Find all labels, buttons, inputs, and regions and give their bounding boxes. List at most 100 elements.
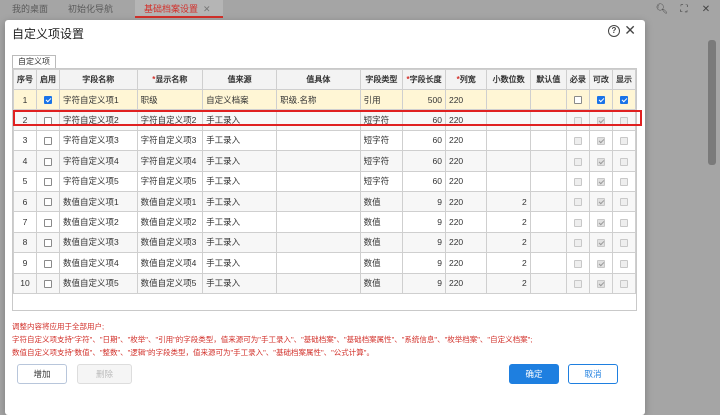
table-row[interactable]: 10 数值自定义项5 数值自定义项5 手工录入 数值 9 220 2 bbox=[13, 272, 637, 294]
cell-seq[interactable]: 4 bbox=[13, 150, 37, 172]
visible-checkbox[interactable] bbox=[619, 178, 628, 186]
cell-decimals[interactable] bbox=[486, 88, 531, 111]
cell-display-name[interactable]: 数值自定义项2 bbox=[136, 211, 204, 233]
cell-field-name[interactable]: 数值自定义项5 bbox=[59, 272, 138, 294]
required-checkbox[interactable] bbox=[573, 259, 582, 268]
editable-checkbox[interactable] bbox=[596, 116, 605, 125]
cell-display-name[interactable]: 数值自定义项5 bbox=[136, 272, 204, 294]
cell-decimals[interactable]: 2 bbox=[486, 211, 531, 233]
cell-value-specific[interactable] bbox=[276, 252, 361, 274]
cell-display-name[interactable]: 数值自定义项4 bbox=[136, 252, 204, 274]
editable-checkbox[interactable] bbox=[596, 218, 605, 227]
visible-checkbox[interactable] bbox=[619, 157, 628, 166]
cancel-button[interactable]: 取消 bbox=[568, 364, 618, 384]
cell-col-width[interactable]: 220 bbox=[444, 231, 488, 254]
required-checkbox[interactable] bbox=[573, 137, 582, 146]
cell-field-type[interactable]: 短字符 bbox=[359, 170, 404, 192]
required-checkbox[interactable] bbox=[573, 198, 582, 207]
required-checkbox[interactable] bbox=[573, 96, 582, 105]
cell-decimals[interactable] bbox=[486, 129, 531, 152]
tab-custom-items[interactable]: 自定义项 bbox=[12, 55, 56, 68]
visible-checkbox[interactable] bbox=[619, 259, 628, 268]
table-row[interactable]: 7 数值自定义项2 数值自定义项2 手工录入 数值 9 220 2 bbox=[13, 211, 637, 233]
cell-field-type[interactable]: 数值 bbox=[359, 231, 404, 254]
cell-seq[interactable]: 5 bbox=[13, 170, 37, 192]
enable-checkbox[interactable] bbox=[44, 198, 52, 207]
cell-field-type[interactable]: 数值 bbox=[359, 272, 404, 294]
cell-field-name[interactable]: 数值自定义项3 bbox=[59, 231, 138, 254]
tab-close-icon[interactable]: ✕ bbox=[203, 0, 211, 18]
cell-value-specific[interactable]: 职级.名称 bbox=[276, 88, 361, 111]
cell-col-width[interactable]: 220 bbox=[444, 170, 488, 192]
cell-col-width[interactable]: 220 bbox=[444, 272, 488, 294]
cell-value-specific[interactable] bbox=[276, 129, 361, 152]
cell-field-type[interactable]: 短字符 bbox=[359, 109, 404, 131]
search-icon[interactable]: 🔍︎ bbox=[656, 3, 669, 15]
cell-col-width[interactable]: 220 bbox=[444, 150, 488, 172]
cell-decimals[interactable] bbox=[486, 170, 531, 192]
cell-value-source[interactable]: 手工录入 bbox=[202, 150, 278, 172]
editable-checkbox[interactable] bbox=[596, 137, 605, 146]
visible-checkbox[interactable] bbox=[619, 218, 628, 227]
cell-display-name[interactable]: 字符自定义项5 bbox=[136, 170, 204, 192]
required-checkbox[interactable] bbox=[573, 157, 582, 166]
cell-col-width[interactable]: 220 bbox=[444, 88, 488, 111]
cell-seq[interactable]: 3 bbox=[13, 129, 37, 152]
enable-checkbox[interactable] bbox=[44, 218, 52, 227]
delete-button[interactable]: 删除 bbox=[77, 364, 132, 384]
cell-display-name[interactable]: 字符自定义项4 bbox=[136, 150, 204, 172]
cell-display-name[interactable]: 字符自定义项3 bbox=[136, 129, 204, 152]
required-checkbox[interactable] bbox=[573, 218, 582, 227]
cell-field-type[interactable]: 数值 bbox=[359, 211, 404, 233]
enable-checkbox[interactable] bbox=[44, 279, 52, 288]
table-row[interactable]: 9 数值自定义项4 数值自定义项4 手工录入 数值 9 220 2 bbox=[13, 252, 637, 274]
cell-field-type[interactable]: 短字符 bbox=[359, 150, 404, 172]
editable-checkbox[interactable] bbox=[596, 239, 605, 248]
cell-field-name[interactable]: 字符自定义项5 bbox=[59, 170, 138, 192]
visible-checkbox[interactable] bbox=[619, 239, 628, 248]
help-icon[interactable]: ? bbox=[608, 25, 620, 37]
cell-field-length[interactable]: 9 bbox=[402, 231, 446, 254]
cell-default[interactable] bbox=[529, 190, 567, 213]
cell-value-source[interactable]: 手工录入 bbox=[202, 109, 278, 131]
editable-checkbox[interactable] bbox=[596, 259, 605, 268]
cell-value-source[interactable]: 手工录入 bbox=[202, 190, 278, 213]
enable-checkbox[interactable] bbox=[44, 96, 52, 105]
table-row[interactable]: 5 字符自定义项5 字符自定义项5 手工录入 短字符 60 220 bbox=[13, 170, 637, 192]
cell-default[interactable] bbox=[529, 211, 567, 233]
cell-default[interactable] bbox=[529, 252, 567, 274]
table-row[interactable]: 8 数值自定义项3 数值自定义项3 手工录入 数值 9 220 2 bbox=[13, 231, 637, 254]
cell-value-specific[interactable] bbox=[276, 170, 361, 192]
cell-field-length[interactable]: 60 bbox=[402, 150, 446, 172]
cell-decimals[interactable]: 2 bbox=[486, 272, 531, 294]
cell-field-length[interactable]: 9 bbox=[402, 211, 446, 233]
cell-field-type[interactable]: 引用 bbox=[359, 88, 404, 111]
cell-default[interactable] bbox=[529, 231, 567, 254]
cell-col-width[interactable]: 220 bbox=[444, 190, 488, 213]
cell-field-length[interactable]: 500 bbox=[402, 88, 446, 111]
cell-default[interactable] bbox=[529, 88, 567, 111]
cell-seq[interactable]: 10 bbox=[13, 272, 37, 294]
cell-field-name[interactable]: 字符自定义项3 bbox=[59, 129, 138, 152]
cell-value-source[interactable]: 手工录入 bbox=[202, 129, 278, 152]
cell-value-source[interactable]: 手工录入 bbox=[202, 211, 278, 233]
cell-display-name[interactable]: 数值自定义项1 bbox=[136, 190, 204, 213]
cell-value-specific[interactable] bbox=[276, 211, 361, 233]
dialog-close-icon[interactable]: ✕ bbox=[624, 23, 636, 37]
cell-default[interactable] bbox=[529, 109, 567, 131]
cell-value-source[interactable]: 手工录入 bbox=[202, 272, 278, 294]
cell-display-name[interactable]: 字符自定义项2 bbox=[136, 109, 204, 131]
cell-field-length[interactable]: 60 bbox=[402, 129, 446, 152]
cell-display-name[interactable]: 数值自定义项3 bbox=[136, 231, 204, 254]
cell-seq[interactable]: 1 bbox=[13, 88, 37, 111]
cell-value-source[interactable]: 手工录入 bbox=[202, 170, 278, 192]
visible-checkbox[interactable] bbox=[619, 137, 628, 146]
table-row[interactable]: 3 字符自定义项3 字符自定义项3 手工录入 短字符 60 220 bbox=[13, 129, 637, 152]
enable-checkbox[interactable] bbox=[44, 178, 52, 186]
cell-value-specific[interactable] bbox=[276, 231, 361, 254]
add-button[interactable]: 增加 bbox=[17, 364, 67, 384]
enable-checkbox[interactable] bbox=[44, 259, 52, 268]
fullscreen-icon[interactable]: ⛶ bbox=[678, 3, 690, 15]
close-icon[interactable]: ✕ bbox=[700, 3, 712, 15]
cell-field-length[interactable]: 9 bbox=[402, 272, 446, 294]
